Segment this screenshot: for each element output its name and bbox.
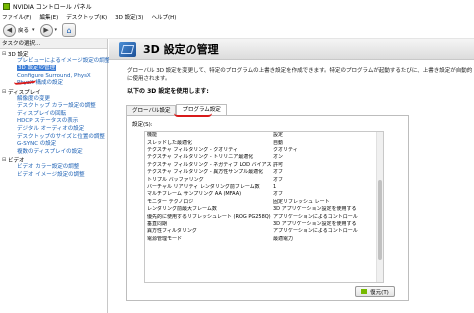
- table-row[interactable]: テクスチャ フィルタリング - トリリニア最適化 オン: [145, 154, 383, 161]
- feature-name: 異方性フィルタリング: [147, 228, 197, 235]
- feature-name: モニター テクノロジ: [147, 198, 194, 205]
- feature-value[interactable]: 固定リフレッシュ レート: [271, 199, 383, 206]
- nvidia-logo-icon: [361, 289, 368, 294]
- restore-button[interactable]: 復元(T): [355, 286, 395, 297]
- menu-bar: ファイル(F) 編集(E) デスクトップ(K) 3D 設定(3) ヘルプ(H): [0, 12, 474, 22]
- feature-value[interactable]: オフ: [271, 169, 383, 176]
- feature-value[interactable]: 許可: [271, 162, 383, 169]
- tree-item-video-color-settings[interactable]: ビデオ カラー設定の調整: [0, 164, 107, 172]
- table-row[interactable]: 優先的に使用するリフレッシュレート (ROG PG258Q) アプリケーションによ…: [145, 214, 383, 221]
- menu-3d-settings[interactable]: 3D 設定(3): [115, 13, 143, 21]
- feature-value[interactable]: オン: [271, 154, 383, 161]
- tree-item-video-image-settings[interactable]: ビデオ イメージ設定の調整: [0, 172, 107, 180]
- tab-global-settings[interactable]: グローバル設定: [126, 105, 177, 115]
- table-row[interactable]: テクスチャ フィルタリング - クオリティ クオリティ: [145, 147, 383, 154]
- tree-item-desktop-color-settings[interactable]: デスクトップ カラー設定の調整: [0, 103, 107, 111]
- table-row[interactable]: トリプル バッファリング オフ: [145, 177, 383, 184]
- tree-item-desktop-size-position[interactable]: デスクトップのサイズと位置の調整: [0, 134, 107, 142]
- back-button[interactable]: ◀: [3, 23, 16, 37]
- feature-name: スレッドした最適化: [147, 139, 193, 146]
- restore-button-label: 復元(T): [370, 289, 389, 296]
- toolbar: ◀ 戻る ▾ ▶ ▾ ⌂: [0, 22, 474, 39]
- 3d-settings-icon: [119, 41, 136, 57]
- annotation-red-underline: [174, 113, 212, 117]
- forward-button[interactable]: ▶: [39, 23, 53, 37]
- feature-name: レンダリング前最大フレーム数: [147, 206, 217, 213]
- tree-category-3d-settings[interactable]: ⊟ 3D 設定: [0, 50, 107, 58]
- page-banner: 3D 設定の管理: [109, 39, 474, 60]
- task-tree: ⊟ 3D 設定 プレビューによるイメージ設定の調整 3D 設定の管理 Confi…: [0, 49, 110, 180]
- feature-name: トリプル バッファリング: [147, 176, 204, 183]
- window-title: NVIDIA コントロール パネル: [13, 3, 92, 11]
- settings-caption: 設定(S):: [132, 122, 153, 128]
- table-row[interactable]: 垂直同期 3D アプリケーション設定を使用する: [145, 221, 383, 228]
- feature-name: テクスチャ フィルタリング - トリリニア最適化: [147, 154, 254, 161]
- grid-scrollbar[interactable]: [376, 132, 383, 282]
- grid-header: 機能 設定: [145, 132, 383, 140]
- feature-value[interactable]: オフ: [271, 177, 383, 184]
- feature-name: テクスチャ フィルタリング - ネガティブ LOD バイアス: [147, 161, 271, 168]
- feature-value[interactable]: 3D アプリケーション設定を使用する: [271, 206, 383, 213]
- feature-name: 電源管理モード: [147, 235, 183, 242]
- settings-grid[interactable]: 機能 設定 スレッドした最適化 自動 テクスチャ フィルタリング - クオリティ ク…: [144, 131, 384, 283]
- tree-item-hdcp-status[interactable]: HDCP ステータスの表示: [0, 118, 107, 126]
- table-row[interactable]: モニター テクノロジ 固定リフレッシュ レート: [145, 199, 383, 206]
- menu-help[interactable]: ヘルプ(H): [151, 13, 176, 21]
- feature-value[interactable]: クオリティ: [271, 147, 383, 154]
- feature-value[interactable]: オフ: [271, 191, 383, 198]
- feature-value[interactable]: アプリケーションによるコントロール: [271, 228, 383, 235]
- nvidia-logo-icon: [3, 2, 10, 10]
- home-icon: ⌂: [66, 25, 72, 35]
- section-heading: 以下の 3D 設定を使用します:: [127, 88, 209, 95]
- arrow-right-icon: ▶: [43, 26, 49, 34]
- tree-category-label: 3D 設定: [8, 51, 29, 58]
- feature-value[interactable]: 3D アプリケーション設定を使用する: [271, 221, 383, 228]
- page-title: 3D 設定の管理: [143, 43, 219, 56]
- tree-category-video[interactable]: ⊟ ビデオ: [0, 156, 107, 164]
- table-row[interactable]: 異方性フィルタリング アプリケーションによるコントロール: [145, 228, 383, 235]
- feature-name: 優先的に使用するリフレッシュレート (ROG PG258Q): [147, 213, 271, 220]
- tree-category-label: ビデオ: [8, 158, 25, 165]
- table-row[interactable]: スレッドした最適化 自動: [145, 140, 383, 147]
- back-label: 戻る: [18, 28, 30, 34]
- task-panel: タスクの選択... ⊟ 3D 設定 プレビューによるイメージ設定の調整 3D 設…: [0, 39, 110, 313]
- menu-file[interactable]: ファイル(F): [2, 13, 31, 21]
- table-row[interactable]: テクスチャ フィルタリング - 異方性サンプル最適化 オフ: [145, 169, 383, 176]
- home-button[interactable]: ⌂: [62, 23, 77, 37]
- tree-category-display[interactable]: ⊟ ディスプレイ: [0, 88, 107, 96]
- column-header-feature: 機能: [147, 132, 158, 138]
- feature-name: マルチフレーム サンプリング AA (MFAA): [147, 191, 242, 198]
- table-row[interactable]: 電源管理モード 最適電力: [145, 236, 383, 243]
- tree-item-g-sync[interactable]: G-SYNC の設定: [0, 141, 107, 149]
- scrollbar-thumb[interactable]: [378, 180, 382, 260]
- back-dropdown-chevron-icon[interactable]: ▾: [32, 27, 35, 33]
- feature-value[interactable]: 自動: [271, 140, 383, 147]
- tree-category-label: ディスプレイ: [8, 89, 41, 96]
- feature-name: バーチャル リアリティ レンダリング前フレーム数: [147, 183, 260, 190]
- main-content: 3D 設定の管理 グローバル 3D 設定を変更して、特定のプログラムの上書き設定…: [109, 39, 474, 313]
- task-panel-header: タスクの選択...: [0, 39, 107, 49]
- feature-value[interactable]: アプリケーションによるコントロール: [271, 214, 383, 221]
- settings-panel: 設定(S): 機能 設定 スレッドした最適化 自動 テクスチャ フィルタリング -…: [126, 115, 409, 301]
- table-row[interactable]: テクスチャ フィルタリング - ネガティブ LOD バイアス 許可: [145, 162, 383, 169]
- table-row[interactable]: マルチフレーム サンプリング AA (MFAA) オフ: [145, 191, 383, 198]
- window-titlebar: NVIDIA コントロール パネル: [0, 0, 474, 12]
- feature-value[interactable]: 最適電力: [271, 236, 383, 243]
- arrow-left-icon: ◀: [6, 26, 13, 34]
- forward-dropdown-chevron-icon[interactable]: ▾: [55, 27, 58, 33]
- table-row[interactable]: レンダリング前最大フレーム数 3D アプリケーション設定を使用する: [145, 206, 383, 213]
- feature-value[interactable]: 1: [271, 184, 383, 191]
- table-row[interactable]: バーチャル リアリティ レンダリング前フレーム数 1: [145, 184, 383, 191]
- tree-item-label: 3D 設定の管理: [17, 65, 56, 72]
- page-description: グローバル 3D 設定を変更して、特定のプログラムの上書き設定を作成できます。特…: [127, 68, 473, 82]
- tree-item-manage-3d-settings[interactable]: 3D 設定の管理: [0, 65, 107, 73]
- menu-edit[interactable]: 編集(E): [39, 13, 58, 21]
- feature-name: テクスチャ フィルタリング - 異方性サンプル最適化: [147, 169, 264, 176]
- tree-item-digital-audio[interactable]: デジタル オーディオの設定: [0, 126, 107, 134]
- column-header-setting: 設定: [273, 132, 284, 138]
- feature-name: テクスチャ フィルタリング - クオリティ: [147, 146, 238, 153]
- menu-desktop[interactable]: デスクトップ(K): [66, 13, 107, 21]
- feature-name: 垂直同期: [147, 220, 168, 227]
